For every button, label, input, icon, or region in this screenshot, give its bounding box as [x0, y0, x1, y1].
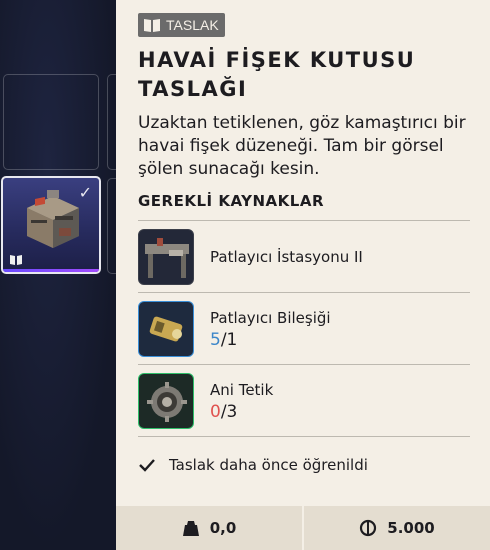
- divider: [138, 292, 470, 293]
- blueprint-tag: TASLAK: [138, 13, 225, 37]
- resource-count: 5/1: [210, 329, 331, 351]
- owned-check-icon: ✓: [78, 183, 92, 202]
- resource-count: 0/3: [210, 401, 273, 423]
- fireworks-box-icon: [27, 190, 79, 248]
- resource-owned: 5: [210, 329, 221, 350]
- resource-row[interactable]: Ani Tetik 0/3: [138, 366, 470, 436]
- weight-icon: [182, 521, 199, 536]
- blueprint-book-icon: [10, 255, 22, 265]
- coin-icon: [360, 519, 377, 537]
- weight-value: 0,0: [209, 519, 237, 537]
- learned-status: Taslak daha önce öğrenildi: [138, 456, 368, 474]
- explosives-station-icon: [138, 229, 194, 285]
- learned-status-text: Taslak daha önce öğrenildi: [169, 456, 368, 474]
- divider: [138, 220, 470, 221]
- blueprint-tag-label: TASLAK: [166, 17, 219, 33]
- divider: [138, 364, 470, 365]
- price-value: 5.000: [387, 519, 435, 537]
- inventory-slot-selected[interactable]: ✓: [1, 176, 101, 274]
- snap-trigger-icon: [138, 373, 194, 429]
- resource-name: Ani Tetik: [210, 380, 274, 399]
- resource-required: /3: [220, 401, 238, 422]
- divider: [138, 436, 470, 437]
- weight-cell: 0,0: [116, 506, 302, 550]
- inventory-slot-empty[interactable]: [3, 74, 99, 170]
- resource-name: Patlayıcı İstasyonu II: [210, 247, 363, 266]
- blueprint-detail-panel: TASLAK HAVAİ FİŞEK KUTUSU TASLAĞI Uzakta…: [116, 0, 490, 550]
- item-title: HAVAİ FİŞEK KUTUSU TASLAĞI: [138, 48, 416, 101]
- item-description: Uzaktan tetiklenen, göz kamaştırıcı bir …: [138, 113, 466, 179]
- resource-name: Patlayıcı Bileşiği: [210, 308, 331, 327]
- resource-required: /1: [220, 329, 238, 350]
- item-footer: 0,0 5.000: [116, 506, 490, 550]
- blueprint-book-icon: [144, 19, 160, 32]
- price-cell: 5.000: [302, 506, 490, 550]
- resource-owned: 0: [210, 401, 221, 422]
- check-icon: [139, 459, 155, 472]
- required-resources-heading: GEREKLİ KAYNAKLAR: [138, 192, 325, 210]
- resource-row[interactable]: Patlayıcı Bileşiği 5/1: [138, 294, 470, 364]
- resource-row[interactable]: Patlayıcı İstasyonu II: [138, 222, 470, 292]
- explosive-compound-icon: [138, 301, 194, 357]
